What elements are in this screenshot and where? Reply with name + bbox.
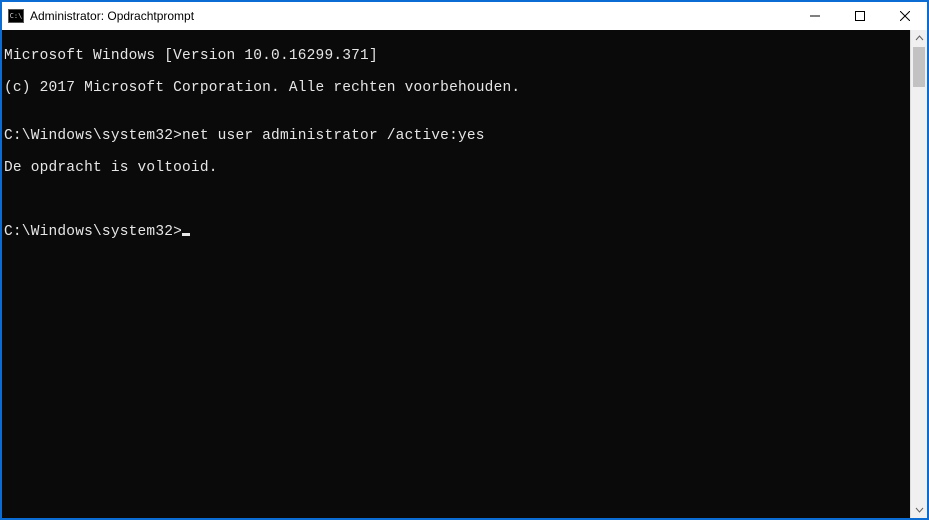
chevron-down-icon	[915, 505, 924, 514]
terminal-prompt: C:\Windows\system32>	[4, 224, 182, 240]
window-title: Administrator: Opdrachtprompt	[30, 9, 194, 23]
terminal-prompt: C:\Windows\system32>	[4, 128, 182, 144]
terminal-line: C:\Windows\system32>	[2, 224, 910, 240]
titlebar[interactable]: C:\ Administrator: Opdrachtprompt	[2, 2, 927, 30]
vertical-scrollbar[interactable]	[910, 30, 927, 518]
cmd-app-icon-glyph: C:\	[10, 13, 23, 20]
scrollbar-track[interactable]	[911, 47, 927, 501]
cmd-app-icon: C:\	[8, 9, 24, 23]
titlebar-left: C:\ Administrator: Opdrachtprompt	[8, 9, 194, 23]
terminal-output[interactable]: Microsoft Windows [Version 10.0.16299.37…	[2, 30, 910, 518]
command-prompt-window: C:\ Administrator: Opdrachtprompt Micros…	[0, 0, 929, 520]
client-area: Microsoft Windows [Version 10.0.16299.37…	[2, 30, 927, 518]
terminal-line: C:\Windows\system32>net user administrat…	[2, 128, 910, 144]
chevron-up-icon	[915, 34, 924, 43]
scroll-up-button[interactable]	[911, 30, 927, 47]
window-controls	[792, 2, 927, 30]
maximize-button[interactable]	[837, 2, 882, 30]
scroll-down-button[interactable]	[911, 501, 927, 518]
close-button[interactable]	[882, 2, 927, 30]
scrollbar-thumb[interactable]	[913, 47, 925, 87]
terminal-line: Microsoft Windows [Version 10.0.16299.37…	[2, 48, 910, 64]
minimize-button[interactable]	[792, 2, 837, 30]
terminal-line: De opdracht is voltooid.	[2, 160, 910, 176]
terminal-command: net user administrator /active:yes	[182, 128, 485, 144]
terminal-line: (c) 2017 Microsoft Corporation. Alle rec…	[2, 80, 910, 96]
terminal-cursor	[182, 233, 190, 236]
